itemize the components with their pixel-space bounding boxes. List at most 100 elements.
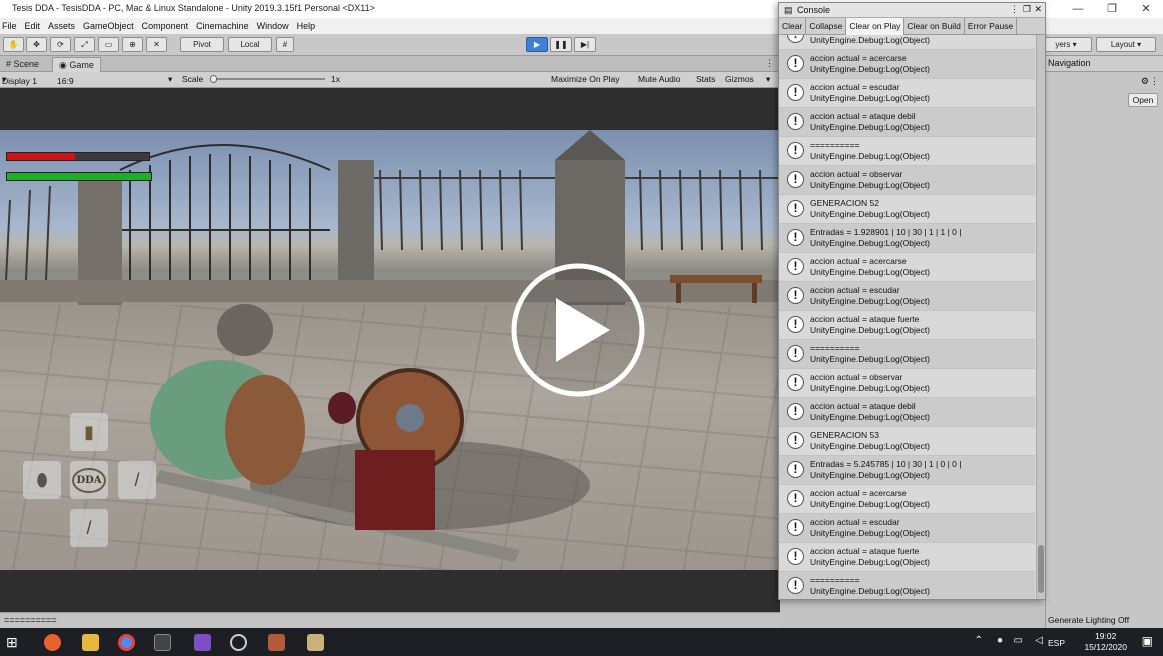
rotate-tool-button[interactable]: ⟳	[50, 37, 71, 52]
scale-tool-button[interactable]: ⤢	[74, 37, 95, 52]
notifications-icon[interactable]: ▣	[1142, 634, 1153, 648]
windows-start-icon[interactable]: ⊞	[6, 634, 23, 651]
settings-icon[interactable]: ⚙	[1141, 76, 1149, 87]
console-window[interactable]: ▤ Console ⋮ ❐ ✕ Clear Collapse Clear on …	[778, 2, 1046, 600]
unity-icon[interactable]	[154, 634, 171, 651]
unity-hub-icon[interactable]	[230, 634, 247, 651]
console-log-entry[interactable]: ! Entradas = 5.245785 | 10 | 30 | 1 | 0 |…	[779, 456, 1035, 485]
layout-dropdown[interactable]: Layout ▾	[1096, 37, 1156, 52]
hand-tool-button[interactable]: ✋	[3, 37, 24, 52]
step-button[interactable]: ▶|	[574, 37, 596, 52]
network-icon[interactable]: ▭	[1014, 635, 1023, 646]
console-log-entry[interactable]: ! Entradas = 1.928901 | 10 | 30 | 1 | 1 |…	[779, 224, 1035, 253]
console-menu-icon[interactable]: ⋮	[1010, 4, 1019, 15]
mute-audio-toggle[interactable]: Mute Audio	[638, 74, 681, 84]
play-button[interactable]: ▶	[526, 37, 548, 52]
console-close-icon[interactable]: ✕	[1034, 4, 1042, 15]
menu-component[interactable]: Component	[142, 21, 189, 31]
menu-edit[interactable]: Edit	[25, 21, 41, 31]
gizmos-dropdown[interactable]: Gizmos	[725, 74, 754, 84]
console-log-entry[interactable]: ! GENERACION 52 UnityEngine.Debug:Log(Obje…	[779, 195, 1035, 224]
language-indicator[interactable]: ESP	[1048, 638, 1065, 648]
more-options-icon[interactable]: ⋮	[765, 58, 774, 69]
menu-gameobject[interactable]: GameObject	[83, 21, 134, 31]
move-tool-button[interactable]: ✥	[26, 37, 47, 52]
layers-dropdown[interactable]: yers ▾	[1040, 37, 1092, 52]
pivot-toggle[interactable]: Pivot	[180, 37, 224, 52]
console-log-entry[interactable]: ! accion actual = acercarse UnityEngine.De…	[779, 50, 1035, 79]
close-button[interactable]: ✕	[1129, 0, 1163, 18]
gizmos-chevron-icon[interactable]: ▾	[766, 74, 770, 85]
tab-navigation[interactable]: Navigation	[1048, 58, 1091, 68]
scale-slider-thumb[interactable]	[210, 75, 217, 83]
local-toggle[interactable]: Local	[228, 37, 272, 52]
light-attack-button[interactable]: /	[118, 461, 156, 499]
collapse-toggle[interactable]: Collapse	[806, 18, 847, 35]
console-log-entry[interactable]: ! accion actual = ataque debil UnityEngine…	[779, 108, 1035, 137]
rect-tool-button[interactable]: ▭	[98, 37, 119, 52]
potion-button[interactable]: ▮	[70, 413, 108, 451]
game-view[interactable]: ▮ ⬮ DDA / /	[0, 88, 780, 612]
transform-tool-button[interactable]: ⊕	[122, 37, 143, 52]
display-dropdown[interactable]: Display 1 ▾	[2, 74, 37, 86]
pause-button[interactable]: ❚❚	[550, 37, 572, 52]
console-log-entry[interactable]: ! GENERACION 53 UnityEngine.Debug:Log(Obje…	[779, 427, 1035, 456]
console-log-entry[interactable]: ! ========== UnityEngine.Debug:Log(Object)	[779, 340, 1035, 369]
console-titlebar[interactable]: ▤ Console ⋮ ❐ ✕	[779, 3, 1045, 18]
file-explorer-icon[interactable]	[82, 634, 99, 651]
console-log-entry[interactable]: ! accion actual = escudar UnityEngine.Debu…	[779, 79, 1035, 108]
console-log-entry[interactable]: ! accion actual = ataque fuerte UnityEngin…	[779, 311, 1035, 340]
maximize-button[interactable]: ❐	[1095, 0, 1129, 18]
console-maximize-icon[interactable]: ❐	[1023, 4, 1031, 15]
menu-assets[interactable]: Assets	[48, 21, 75, 31]
console-log-entry[interactable]: ! accion actual = ataque fuerte UnityEngin…	[779, 543, 1035, 572]
log-message: accion actual = acercarse	[810, 53, 907, 63]
error-pause-toggle[interactable]: Error Pause	[965, 18, 1018, 35]
clear-on-play-toggle[interactable]: Clear on Play	[846, 18, 905, 35]
console-scroll-thumb[interactable]	[1038, 545, 1044, 593]
system-clock[interactable]: 19:02 15/12/2020	[1084, 631, 1127, 653]
console-log-entry[interactable]: ! accion actual = acercarse UnityEngine.De…	[779, 485, 1035, 514]
kebab-menu-icon[interactable]: ⋮	[1150, 76, 1159, 87]
clear-button[interactable]: Clear	[779, 18, 807, 35]
console-log-entry[interactable]: ! ========== UnityEngine.Debug:Log(Object)	[779, 137, 1035, 166]
tab-game[interactable]: ◉ Game	[52, 57, 101, 72]
scale-slider[interactable]	[210, 75, 325, 83]
dda-button[interactable]: DDA	[70, 461, 108, 499]
grid-snap-button[interactable]: #	[276, 37, 294, 52]
console-log-entry[interactable]: ! accion actual = observar UnityEngine.Deb…	[779, 369, 1035, 398]
chrome-icon[interactable]	[118, 634, 135, 651]
clear-on-build-toggle[interactable]: Clear on Build	[904, 18, 965, 35]
console-log-entry[interactable]: ! ========== UnityEngine.Debug:Log(Object)	[779, 572, 1035, 599]
heavy-attack-button[interactable]: /	[70, 509, 108, 547]
menu-file[interactable]: File	[2, 21, 17, 31]
console-scrollbar[interactable]	[1036, 35, 1045, 599]
menu-help[interactable]: Help	[297, 21, 316, 31]
microphone-icon[interactable]: ●	[997, 635, 1003, 646]
media-app-icon[interactable]	[268, 634, 285, 651]
custom-tool-button[interactable]: ✕	[146, 37, 167, 52]
menu-cinemachine[interactable]: Cinemachine	[196, 21, 249, 31]
menu-window[interactable]: Window	[257, 21, 289, 31]
game-view-toolbar: Display 1 ▾ 16:9 ▾ Scale 1x Maximize On …	[0, 72, 780, 88]
volume-icon[interactable]: ◁	[1035, 635, 1043, 646]
aspect-chevron-icon[interactable]: ▾	[168, 74, 172, 85]
tray-chevron-icon[interactable]: ⌃	[975, 635, 983, 646]
recorder-app-icon[interactable]	[307, 634, 324, 651]
console-log-entry[interactable]: ! accion actual = acercarse UnityEngine.De…	[779, 253, 1035, 282]
console-log-list[interactable]: ! UnityEngine.Debug:Log(Object)! accion ac…	[779, 35, 1035, 599]
visual-studio-icon[interactable]	[194, 634, 211, 651]
console-log-entry[interactable]: ! accion actual = escudar UnityEngine.Debu…	[779, 514, 1035, 543]
console-log-entry[interactable]: ! accion actual = ataque debil UnityEngine…	[779, 398, 1035, 427]
console-log-entry[interactable]: ! UnityEngine.Debug:Log(Object)	[779, 35, 1035, 50]
open-button[interactable]: Open	[1128, 93, 1158, 107]
tab-scene[interactable]: # Scene	[0, 57, 45, 72]
stats-toggle[interactable]: Stats	[696, 74, 715, 84]
game-viewport[interactable]: ▮ ⬮ DDA / /	[0, 130, 780, 570]
firefox-icon[interactable]	[44, 634, 61, 651]
shield-button[interactable]: ⬮	[23, 461, 61, 499]
console-log-entry[interactable]: ! accion actual = observar UnityEngine.Deb…	[779, 166, 1035, 195]
maximize-on-play-toggle[interactable]: Maximize On Play	[551, 74, 620, 84]
minimize-button[interactable]: —	[1061, 0, 1095, 18]
console-log-entry[interactable]: ! accion actual = escudar UnityEngine.Debu…	[779, 282, 1035, 311]
